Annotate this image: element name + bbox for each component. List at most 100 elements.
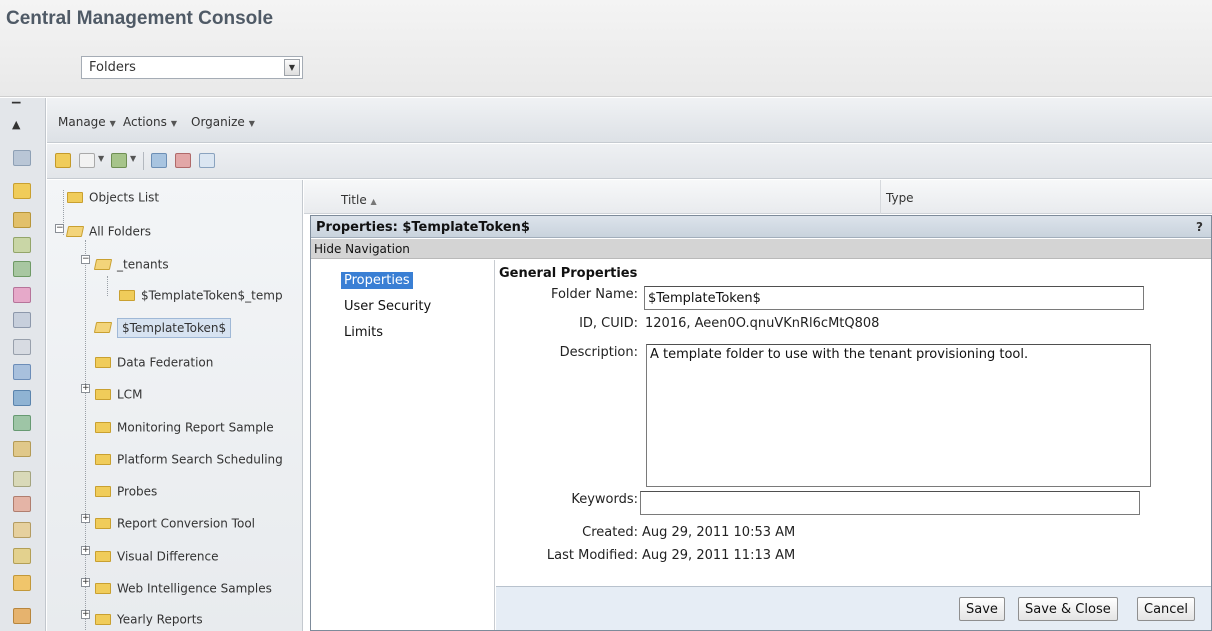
folder-name-input[interactable] (644, 286, 1144, 310)
save-close-button[interactable]: Save & Close (1018, 597, 1118, 621)
nav-item-properties[interactable]: Properties (341, 272, 413, 289)
connections-icon[interactable] (13, 390, 31, 406)
caret-down-icon: ▼ (248, 119, 255, 128)
menubar: Manage ▼ Actions ▼ Organize ▼ (47, 98, 1212, 143)
id-cuid-value: 12016, Aeen0O.qnuVKnRl6cMtQ808 (645, 316, 880, 331)
caret-down-icon: ▼ (170, 119, 177, 128)
expand-toggle-icon[interactable]: + (81, 514, 90, 523)
tree-item-objects-list[interactable]: Objects List (67, 190, 159, 212)
folder-icon (95, 583, 111, 594)
dialog-title: Properties: $TemplateToken$ (316, 220, 530, 235)
calendars-icon[interactable] (13, 441, 31, 457)
dialog-footer: Save Save & Close Cancel (496, 586, 1211, 630)
audit-icon[interactable] (13, 608, 31, 624)
folder-icon (95, 454, 111, 465)
folder-icon (95, 389, 111, 400)
tree-item-probes[interactable]: Probes (95, 484, 157, 506)
nav-item-user-security[interactable]: User Security (341, 298, 434, 315)
folder-icon (119, 290, 135, 301)
folders-icon[interactable] (13, 183, 31, 199)
collapse-toggle-icon[interactable]: − (81, 255, 90, 264)
column-header-type[interactable]: Type (886, 191, 914, 205)
inboxes-icon[interactable] (13, 261, 31, 277)
section-title: General Properties (499, 266, 638, 281)
dialog-titlebar: Properties: $TemplateToken$ ? (311, 216, 1211, 238)
tree-item-platform-search-scheduling[interactable]: Platform Search Scheduling (95, 452, 283, 474)
folders-select-value: Folders (89, 60, 136, 75)
properties-icon[interactable] (199, 153, 215, 168)
expand-toggle-icon[interactable]: + (81, 546, 90, 555)
hide-navigation-link[interactable]: Hide Navigation (314, 242, 410, 256)
home-icon[interactable] (13, 150, 31, 166)
authentication-icon[interactable] (13, 496, 31, 512)
id-cuid-label: ID, CUID: (579, 316, 638, 331)
folder-icon (95, 422, 111, 433)
user-security-icon[interactable] (175, 153, 191, 168)
settings-icon[interactable] (13, 548, 31, 564)
tree-item-lcm[interactable]: LCM (95, 387, 142, 409)
left-icon-rail: ▔ ▲ (0, 98, 46, 631)
folder-open-icon (65, 226, 85, 237)
licenses-icon[interactable] (13, 575, 31, 591)
access-levels-icon[interactable] (13, 312, 31, 328)
caret-down-icon[interactable]: ▼ (130, 154, 136, 163)
folder-open-icon (93, 259, 113, 270)
hide-navigation-bar: Hide Navigation (311, 239, 1211, 259)
folders-select[interactable]: Folders ▼ (81, 56, 303, 79)
folder-icon (95, 551, 111, 562)
general-properties-panel: General Properties Folder Name: ID, CUID… (496, 260, 1211, 630)
sort-ascending-icon: ▲ (370, 197, 377, 206)
tree-item-web-intelligence-samples[interactable]: Web Intelligence Samples (95, 581, 272, 603)
tree-item-report-conversion-tool[interactable]: Report Conversion Tool (95, 516, 255, 538)
tree-item-tenants[interactable]: _tenants (93, 257, 169, 279)
tree-item-templatetoken[interactable]: $TemplateToken$ (93, 317, 232, 342)
users-groups-icon[interactable] (13, 287, 31, 303)
nav-item-limits[interactable]: Limits (341, 324, 386, 341)
schedule-icon[interactable] (151, 153, 167, 168)
folder-icon (95, 614, 111, 625)
servers-icon[interactable] (13, 415, 31, 431)
help-icon[interactable]: ? (1196, 220, 1203, 234)
tree-item-yearly-reports[interactable]: Yearly Reports (95, 612, 203, 631)
categories-icon[interactable] (13, 212, 31, 228)
tree-item-templatetoken-temp[interactable]: $TemplateToken$_temp (119, 288, 283, 310)
caret-down-icon[interactable]: ▼ (98, 154, 104, 163)
save-button[interactable]: Save (959, 597, 1005, 621)
universes-icon[interactable] (13, 364, 31, 380)
scroll-up-icon[interactable]: ▲ (12, 118, 20, 131)
collapse-top-icon[interactable]: ▔ (12, 102, 20, 115)
folder-icon (95, 357, 111, 368)
applications-icon[interactable] (13, 522, 31, 538)
header: Central Management Console Folders ▼ (0, 0, 1212, 97)
chevron-down-icon[interactable]: ▼ (284, 59, 300, 76)
tree-item-all-folders[interactable]: All Folders (65, 224, 151, 246)
new-folder-icon[interactable] (55, 153, 71, 168)
collapse-toggle-icon[interactable]: − (55, 224, 64, 233)
keywords-input[interactable] (640, 491, 1140, 515)
folder-tree: Objects List − All Folders − _tenants $T… (47, 180, 303, 631)
expand-toggle-icon[interactable]: + (81, 578, 90, 587)
federation-icon[interactable] (13, 471, 31, 487)
menu-organize[interactable]: Organize ▼ (191, 115, 255, 129)
expand-toggle-icon[interactable]: + (81, 384, 90, 393)
tree-item-data-federation[interactable]: Data Federation (95, 355, 213, 377)
cancel-button[interactable]: Cancel (1137, 597, 1196, 621)
new-object-icon[interactable] (79, 153, 95, 168)
menu-manage[interactable]: Manage ▼ (58, 115, 116, 129)
add-icon[interactable] (111, 153, 127, 168)
events-icon[interactable] (13, 339, 31, 355)
column-header-title[interactable]: Title ▲ (341, 193, 377, 207)
last-modified-value: Aug 29, 2011 11:13 AM (642, 548, 796, 563)
tree-item-monitoring-report-sample[interactable]: Monitoring Report Sample (95, 420, 274, 442)
description-label: Description: (559, 345, 638, 360)
created-value: Aug 29, 2011 10:53 AM (642, 525, 796, 540)
menu-actions[interactable]: Actions ▼ (123, 115, 177, 129)
tree-item-visual-difference[interactable]: Visual Difference (95, 549, 219, 571)
folder-icon (67, 192, 83, 203)
expand-toggle-icon[interactable]: + (81, 610, 90, 619)
caret-down-icon: ▼ (109, 119, 116, 128)
app-title: Central Management Console (6, 8, 274, 29)
personal-categories-icon[interactable] (13, 237, 31, 253)
dialog-nav: Properties User Security Limits (311, 260, 495, 630)
description-textarea[interactable]: A template folder to use with the tenant… (646, 344, 1151, 487)
